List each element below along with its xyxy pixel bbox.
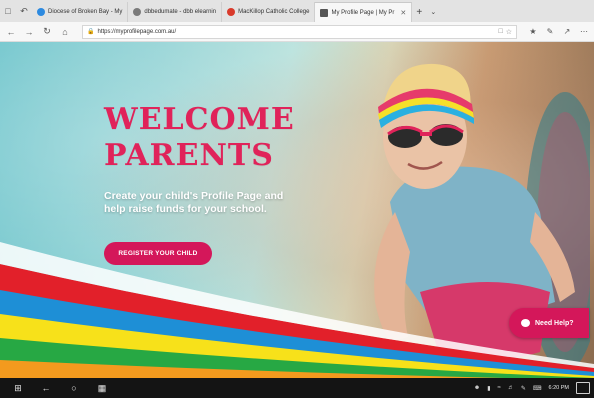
cortana-circle-icon[interactable]: ○ xyxy=(60,378,88,398)
pen-workspace-icon[interactable]: ✎ xyxy=(521,385,526,392)
tab-preview-icon[interactable]: □ xyxy=(0,0,16,22)
system-clock[interactable]: 6:20 PM xyxy=(549,385,569,392)
tab-label: MacKillop Catholic College xyxy=(238,9,310,15)
home-icon[interactable]: ⌂ xyxy=(58,25,72,39)
tab-label: My Profile Page | My Pr xyxy=(331,9,395,16)
tab-strip: □ ↶ Diocese of Broken Bay - My dbbedumat… xyxy=(0,0,594,22)
tab-mackillop[interactable]: MacKillop Catholic College xyxy=(222,2,316,22)
notification-center-icon[interactable] xyxy=(576,382,590,394)
battery-icon[interactable]: ▮ xyxy=(487,385,490,392)
clock-time: 6:20 PM xyxy=(548,384,569,391)
dbbedumate-favicon-icon xyxy=(133,8,142,16)
keyboard-icon[interactable]: ⌨ xyxy=(533,385,542,392)
pen-notes-icon[interactable]: ✎ xyxy=(544,27,556,36)
lock-icon: 🔒 xyxy=(87,29,95,35)
chat-bubble-icon xyxy=(521,319,530,327)
tab-dbbedumate[interactable]: dbbedumate - dbb elearnin xyxy=(128,2,223,22)
windows-taskbar: ⊞ ← ○ ▦ ☻ ▮ ≈ ♬ ✎ ⌨ 6:20 PM xyxy=(0,378,594,398)
hero-section: WELCOME PARENTS Create your child's Prof… xyxy=(0,42,594,378)
tab-label: Diocese of Broken Bay - My xyxy=(48,9,123,15)
address-url: https://myprofilepage.com.au/ xyxy=(97,28,177,35)
task-view-icon[interactable]: ▦ xyxy=(88,378,116,398)
windows-start-icon[interactable]: ⊞ xyxy=(4,378,32,398)
refresh-icon[interactable]: ↻ xyxy=(40,25,54,39)
system-tray: ☻ ▮ ≈ ♬ ✎ ⌨ 6:20 PM xyxy=(474,382,590,394)
favorites-hub-icon[interactable]: ★ xyxy=(527,27,539,36)
favorite-star-icon[interactable]: ☆ xyxy=(506,28,512,36)
back-arrow-icon[interactable]: ← xyxy=(4,25,18,39)
tab-my-profile-page[interactable]: My Profile Page | My Pr ✕ xyxy=(315,2,413,22)
rainbow-stripes-decoration xyxy=(0,242,594,378)
back-arrow-icon[interactable]: ← xyxy=(32,378,60,398)
volume-icon[interactable]: ♬ xyxy=(508,385,514,391)
set-aside-tabs-icon[interactable]: ↶ xyxy=(16,0,32,22)
reading-view-icon[interactable]: □ xyxy=(498,28,502,35)
page-favicon-icon xyxy=(320,8,329,17)
more-menu-icon[interactable]: ⋯ xyxy=(578,27,590,36)
tab-label: dbbedumate - dbb elearnin xyxy=(144,9,217,15)
forward-arrow-icon[interactable]: → xyxy=(22,25,36,39)
need-help-label: Need Help? xyxy=(535,319,574,327)
wifi-icon[interactable]: ≈ xyxy=(498,385,501,391)
diocese-favicon-icon xyxy=(37,8,45,16)
share-icon[interactable]: ↗ xyxy=(561,27,573,36)
tab-list-chevron-down-icon[interactable]: ⌄ xyxy=(426,2,440,22)
browser-toolbar: ← → ↻ ⌂ 🔒 https://myprofilepage.com.au/ … xyxy=(0,22,594,42)
gmail-favicon-icon xyxy=(227,8,236,16)
tab-diocese[interactable]: Diocese of Broken Bay - My xyxy=(32,2,129,22)
new-tab-icon[interactable]: + xyxy=(412,2,426,22)
need-help-button[interactable]: Need Help? xyxy=(509,308,589,338)
close-tab-icon[interactable]: ✕ xyxy=(400,9,406,17)
people-icon[interactable]: ☻ xyxy=(474,385,480,391)
address-bar[interactable]: 🔒 https://myprofilepage.com.au/ □ ☆ xyxy=(82,24,517,39)
